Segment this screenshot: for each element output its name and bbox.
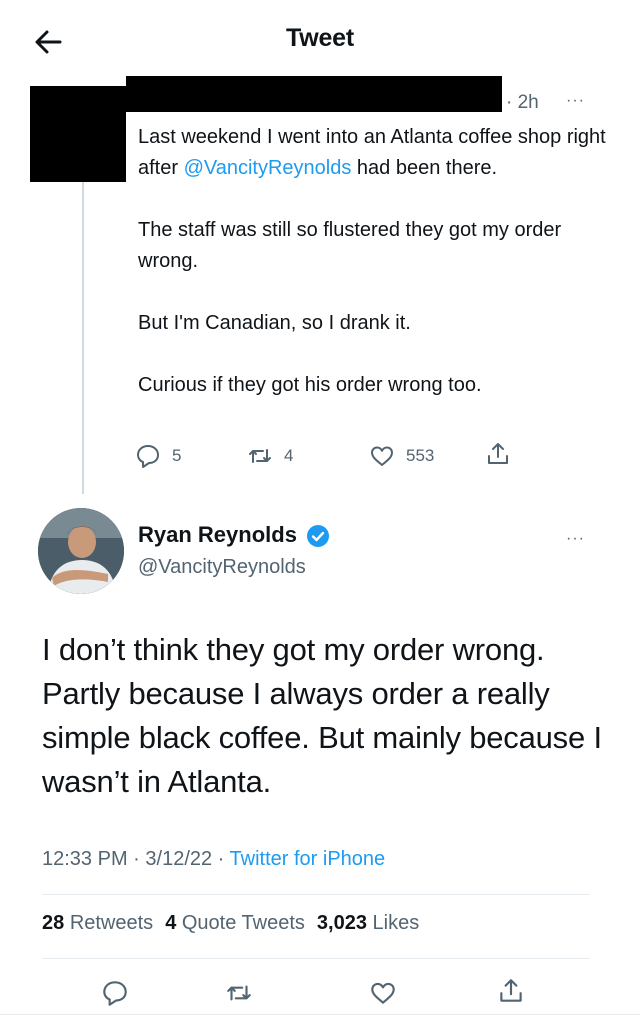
retweets-label: Retweets <box>69 912 154 934</box>
tweet-meta: 12:33 PM · 3/12/22 · Twitter for iPhone <box>42 848 385 871</box>
quote-tweets-count: 4 <box>165 912 177 934</box>
reply-paragraph-4: Curious if they got his order wrong too. <box>138 374 482 396</box>
reply-count: 5 <box>172 446 182 465</box>
share-icon <box>488 443 508 464</box>
reply-text-part: had been there. <box>351 157 498 179</box>
thread-line <box>82 182 84 494</box>
meta-separator: · <box>127 848 146 870</box>
divider <box>42 958 590 959</box>
reply-timestamp[interactable]: · 2h <box>506 92 539 114</box>
author-handle[interactable]: @VancityReynolds <box>138 556 306 579</box>
reply-action-retweet[interactable]: 4 <box>246 442 293 470</box>
page-title: Tweet <box>286 24 354 52</box>
tweet-date[interactable]: 3/12/22 <box>145 848 212 870</box>
redacted-author-name <box>126 76 502 112</box>
meta-separator: · <box>212 848 230 870</box>
divider <box>0 1014 640 1015</box>
tweet-more-icon[interactable]: ··· <box>566 530 585 548</box>
tweet-text: I don’t think they got my order wrong. P… <box>42 632 602 799</box>
avatar[interactable] <box>38 508 124 594</box>
reply-icon <box>137 445 159 468</box>
retweet-count: 4 <box>284 446 294 465</box>
likes-stat[interactable]: 3,023 Likes <box>317 912 419 935</box>
verified-icon <box>307 525 329 547</box>
reply-tweet-text: Last weekend I went into an Atlanta coff… <box>138 122 608 432</box>
reply-action-reply[interactable]: 5 <box>134 442 181 470</box>
quote-tweets-stat[interactable]: 4 Quote Tweets <box>165 912 305 935</box>
reply-more-icon[interactable]: ··· <box>566 92 585 110</box>
mention-link[interactable]: @VancityReynolds <box>184 157 352 179</box>
reply-action-share[interactable] <box>484 440 512 468</box>
reply-paragraph-3: But I'm Canadian, so I drank it. <box>138 312 411 334</box>
retweets-stat[interactable]: 28 Retweets <box>42 912 153 935</box>
retweet-button-icon[interactable] <box>224 978 254 1008</box>
reply-action-like[interactable]: 553 <box>368 442 434 470</box>
like-button-icon[interactable] <box>368 978 398 1008</box>
author-name[interactable]: Ryan Reynolds <box>138 522 297 548</box>
avatar-photo-icon <box>38 508 124 594</box>
retweets-count: 28 <box>42 912 65 934</box>
tweet-source-link[interactable]: Twitter for iPhone <box>230 848 386 870</box>
redacted-avatar <box>30 86 126 182</box>
tweet-time[interactable]: 12:33 PM <box>42 848 128 870</box>
retweet-icon <box>249 449 271 463</box>
likes-count: 3,023 <box>316 912 367 934</box>
quote-tweets-label: Quote Tweets <box>181 912 305 934</box>
tweet-stats: 28 Retweets 4 Quote Tweets 3,023 Likes <box>42 912 419 935</box>
reply-paragraph-1: Last weekend I went into an Atlanta coff… <box>138 122 608 184</box>
like-count: 553 <box>406 446 435 465</box>
like-icon <box>371 446 393 466</box>
reply-button-icon[interactable] <box>100 978 130 1008</box>
divider <box>42 894 590 895</box>
share-button-icon[interactable] <box>496 976 526 1006</box>
reply-paragraph-2: The staff was still so flustered they go… <box>138 219 562 272</box>
likes-label: Likes <box>372 912 420 934</box>
